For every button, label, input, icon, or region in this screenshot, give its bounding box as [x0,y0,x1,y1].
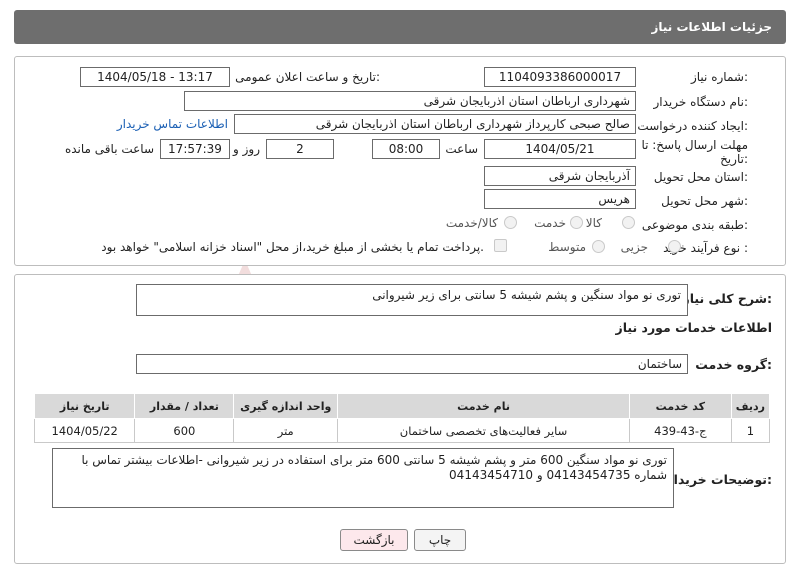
service-group-label: گروه خدمت: [695,357,772,372]
col-qty-header: تعداد / مقدار [134,393,235,419]
need-number-label: شماره نیاز: [690,70,748,84]
category-radio-service[interactable] [570,216,583,229]
requester-label: ایجاد کننده درخواست: [637,119,748,133]
process-option-minor: جزیی [620,240,648,254]
treasury-payment-checkbox[interactable] [494,239,507,252]
back-button[interactable]: بازگشت [340,529,408,551]
services-section-title: اطلاعات خدمات مورد نیاز [615,320,773,335]
col-code-header: کد خدمت [628,393,732,419]
buyer-contact-link[interactable]: اطلاعات تماس خریدار [117,117,228,131]
cell-name: سایر فعالیت‌های تخصصی ساختمان [337,418,630,443]
requester-field: صالح صبحی کارپرداز شهرداری ارباطان استان… [234,114,636,134]
page-title: جزئیات اطلاعات نیاز [651,20,772,34]
summary-textarea[interactable]: توری نو مواد سنگین و پشم شیشه 5 سانتی بر… [136,284,688,316]
days-remaining-field: 2 [266,139,334,159]
cell-code: ج-43-439 [628,418,732,443]
days-label: روز و [233,142,260,156]
buyer-notes-label: توضیحات خریدار: [666,472,772,487]
col-date-header: تاریخ نیاز [33,393,136,419]
cell-date: 1404/05/22 [33,418,136,443]
cell-qty: 600 [134,418,235,443]
process-radio-medium[interactable] [592,240,605,253]
col-index-header: ردیف [730,393,771,419]
deadline-date-field: 1404/05/21 [484,139,636,159]
announce-datetime-field: 1404/05/18 - 13:17 [80,67,230,87]
category-option-service: خدمت [534,216,566,230]
summary-label: شرح کلی نیاز: [682,291,773,306]
announce-datetime-label: تاریخ و ساعت اعلان عمومی: [235,70,380,84]
deadline-time-label: ساعت [445,142,478,156]
buyer-org-field: شهرداری ارباطان استان اذربایجان شرقی [184,91,636,111]
process-option-medium: متوسط [548,240,586,254]
col-name-header: نام خدمت [337,393,630,419]
province-label: استان محل تحویل: [653,170,748,184]
category-option-goods-service: کالا/خدمت [445,216,498,230]
buyer-org-label: نام دستگاه خریدار: [653,95,749,109]
deadline-label: مهلت ارسال پاسخ: تا تاریخ: [638,138,748,166]
service-group-field: ساختمان [136,354,688,374]
table-row: 1404/05/22 600 متر سایر فعالیت‌های تخصصی… [33,418,771,443]
province-field: آذربایجان شرقی [484,166,636,186]
category-option-goods: کالا [585,216,602,230]
category-radio-goods-service[interactable] [504,216,517,229]
category-label: طبقه بندی موضوعی: [641,218,748,232]
remaining-time-label: ساعت باقی مانده [64,142,154,156]
cell-index: 1 [730,418,771,443]
remaining-time-field: 17:57:39 [160,139,230,159]
page-title-bar: جزئیات اطلاعات نیاز [14,10,786,44]
process-radio-minor[interactable] [668,240,681,253]
treasury-payment-note: پرداخت تمام یا بخشی از مبلغ خرید،از محل … [101,240,484,254]
city-label: شهر محل تحویل: [661,194,748,208]
need-number-field: 1104093386000017 [484,67,636,87]
col-unit-header: واحد اندازه گیری [233,393,339,419]
cell-unit: متر [233,418,339,443]
buyer-notes-textarea[interactable]: توری نو مواد سنگین 600 متر و پشم شیشه 5 … [52,448,674,508]
print-button[interactable]: چاپ [414,529,466,551]
services-table: تاریخ نیاز تعداد / مقدار واحد اندازه گیر… [33,393,771,443]
category-radio-goods[interactable] [622,216,635,229]
city-field: هریس [484,189,636,209]
services-table-header: تاریخ نیاز تعداد / مقدار واحد اندازه گیر… [33,393,771,419]
deadline-label-text: مهلت ارسال پاسخ: تا تاریخ: [641,138,748,166]
deadline-time-field: 08:00 [372,139,440,159]
